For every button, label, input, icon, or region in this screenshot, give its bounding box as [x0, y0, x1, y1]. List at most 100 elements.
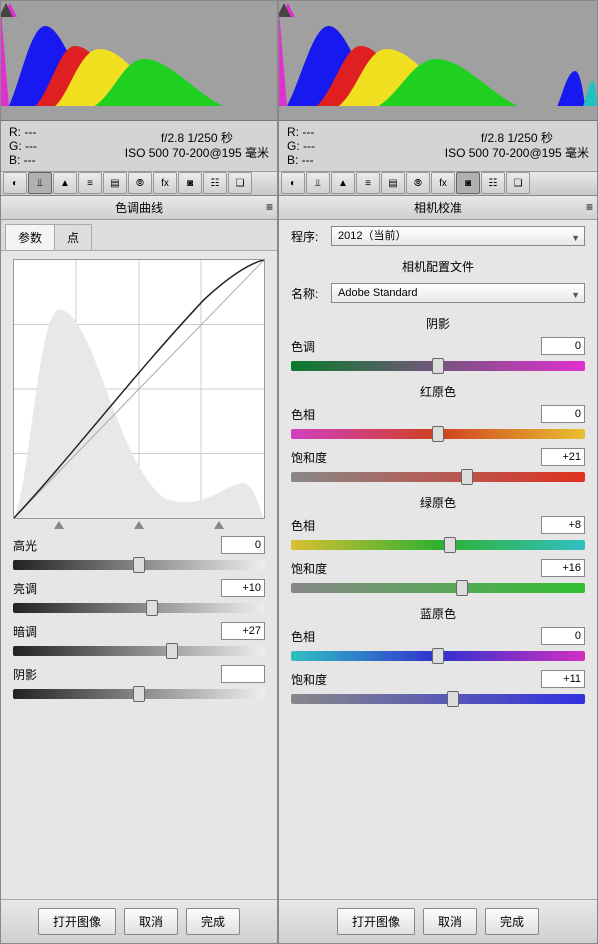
lights-input[interactable] — [221, 579, 265, 597]
menu-icon[interactable]: ≡ — [586, 200, 593, 214]
tool-fx-icon[interactable]: fx — [153, 172, 177, 194]
green-sat-input[interactable] — [541, 559, 585, 577]
tool-basic-icon[interactable]: ◐ — [281, 172, 305, 194]
tool-snapshot-icon[interactable]: ❏ — [506, 172, 530, 194]
shadows-slider[interactable] — [13, 689, 265, 699]
lights-label: 亮调 — [13, 580, 55, 597]
green-section-title: 绿原色 — [279, 488, 597, 513]
red-sat-input[interactable] — [541, 448, 585, 466]
darks-input[interactable] — [221, 622, 265, 640]
meta-g: G: --- — [9, 139, 37, 153]
tone-curve-graph[interactable] — [13, 259, 265, 519]
cancel-button[interactable]: 取消 — [124, 908, 178, 935]
profile-select[interactable]: Adobe Standard — [331, 283, 585, 303]
metadata-row: R: --- G: --- B: --- f/2.8 1/250 秒 ISO 5… — [1, 121, 277, 172]
green-hue-label: 色相 — [291, 517, 333, 534]
process-label: 程序: — [291, 228, 331, 245]
toolbar: ◐ ⫫ ▲ ≡ ▤ ⦾ fx ◙ ☷ ❏ — [279, 172, 597, 196]
footer-buttons: 打开图像 取消 完成 — [279, 899, 597, 943]
blue-hue-label: 色相 — [291, 628, 333, 645]
red-hue-input[interactable] — [541, 405, 585, 423]
curve-content: 高光 亮调 暗调 阴影 — [1, 251, 277, 899]
footer-buttons: 打开图像 取消 完成 — [1, 899, 277, 943]
blue-sat-input[interactable] — [541, 670, 585, 688]
lights-slider[interactable] — [13, 603, 265, 613]
tool-presets-icon[interactable]: ☷ — [481, 172, 505, 194]
curve-region-handles[interactable] — [1, 521, 277, 529]
tab-point[interactable]: 点 — [54, 224, 92, 250]
clip-warning-right[interactable] — [1, 3, 275, 106]
menu-icon[interactable]: ≡ — [266, 200, 273, 214]
red-sat-slider[interactable] — [291, 472, 585, 482]
tool-lens-icon[interactable]: ⦾ — [406, 172, 430, 194]
blue-hue-input[interactable] — [541, 627, 585, 645]
blue-section-title: 蓝原色 — [279, 599, 597, 624]
process-select[interactable]: 2012（当前） — [331, 226, 585, 246]
meta-b: B: --- — [9, 153, 37, 167]
highlights-slider[interactable] — [13, 560, 265, 570]
green-hue-slider[interactable] — [291, 540, 585, 550]
darks-slider[interactable] — [13, 646, 265, 656]
tone-curve-panel: R: --- G: --- B: --- f/2.8 1/250 秒 ISO 5… — [0, 0, 278, 944]
green-hue-input[interactable] — [541, 516, 585, 534]
toolbar: ◐ ⫫ ▲ ≡ ▤ ⦾ fx ◙ ☷ ❏ — [1, 172, 277, 196]
red-hue-slider[interactable] — [291, 429, 585, 439]
darks-label: 暗调 — [13, 623, 55, 640]
clip-warning-right[interactable] — [279, 3, 595, 106]
profile-section-title: 相机配置文件 — [279, 252, 597, 277]
blue-sat-label: 饱和度 — [291, 671, 333, 688]
tab-parametric[interactable]: 参数 — [5, 224, 55, 250]
tool-detail-icon[interactable]: ▲ — [53, 172, 77, 194]
meta-iso: ISO 500 70-200@195 毫米 — [125, 146, 269, 161]
tool-basic-icon[interactable]: ◐ — [3, 172, 27, 194]
done-button[interactable]: 完成 — [485, 908, 539, 935]
histogram — [279, 1, 597, 106]
open-image-button[interactable]: 打开图像 — [337, 908, 415, 935]
shadows-hue-slider[interactable] — [291, 361, 585, 371]
done-button[interactable]: 完成 — [186, 908, 240, 935]
histogram — [1, 1, 277, 106]
tool-calibration-icon[interactable]: ◙ — [456, 172, 480, 194]
red-section-title: 红原色 — [279, 377, 597, 402]
highlights-label: 高光 — [13, 537, 55, 554]
meta-r: R: --- — [9, 125, 37, 139]
histogram-section — [279, 1, 597, 121]
green-sat-label: 饱和度 — [291, 560, 333, 577]
curve-tabs: 参数 点 — [1, 220, 277, 251]
tool-hsl-icon[interactable]: ≡ — [78, 172, 102, 194]
shadows-hue-label: 色调 — [291, 338, 333, 355]
shadows-label: 阴影 — [13, 666, 55, 683]
tool-lens-icon[interactable]: ⦾ — [128, 172, 152, 194]
shadows-section-title: 阴影 — [279, 309, 597, 334]
camera-calibration-panel: 思缘设计论坛 WWW.MISSYUAN.COM R: --- G: --- B:… — [278, 0, 598, 944]
tool-hsl-icon[interactable]: ≡ — [356, 172, 380, 194]
red-sat-label: 饱和度 — [291, 449, 333, 466]
section-title: 相机校准 ≡ — [279, 196, 597, 220]
meta-b: B: --- — [287, 153, 315, 167]
tool-split-icon[interactable]: ▤ — [381, 172, 405, 194]
section-title: 色调曲线 ≡ — [1, 196, 277, 220]
tool-snapshot-icon[interactable]: ❏ — [228, 172, 252, 194]
calibration-content: 程序: 2012（当前） 相机配置文件 名称: Adobe Standard 阴… — [279, 220, 597, 899]
tool-curve-icon[interactable]: ⫫ — [28, 172, 52, 194]
red-hue-label: 色相 — [291, 406, 333, 423]
tool-curve-icon[interactable]: ⫫ — [306, 172, 330, 194]
histogram-section — [1, 1, 277, 121]
tool-presets-icon[interactable]: ☷ — [203, 172, 227, 194]
meta-r: R: --- — [287, 125, 315, 139]
blue-sat-slider[interactable] — [291, 694, 585, 704]
tool-split-icon[interactable]: ▤ — [103, 172, 127, 194]
tool-fx-icon[interactable]: fx — [431, 172, 455, 194]
meta-exposure: f/2.8 1/250 秒 — [125, 131, 269, 146]
tool-calibration-icon[interactable]: ◙ — [178, 172, 202, 194]
shadows-input[interactable] — [221, 665, 265, 683]
blue-hue-slider[interactable] — [291, 651, 585, 661]
cancel-button[interactable]: 取消 — [423, 908, 477, 935]
meta-iso: ISO 500 70-200@195 毫米 — [445, 146, 589, 161]
meta-exposure: f/2.8 1/250 秒 — [445, 131, 589, 146]
highlights-input[interactable] — [221, 536, 265, 554]
open-image-button[interactable]: 打开图像 — [38, 908, 116, 935]
tool-detail-icon[interactable]: ▲ — [331, 172, 355, 194]
green-sat-slider[interactable] — [291, 583, 585, 593]
shadows-hue-input[interactable] — [541, 337, 585, 355]
